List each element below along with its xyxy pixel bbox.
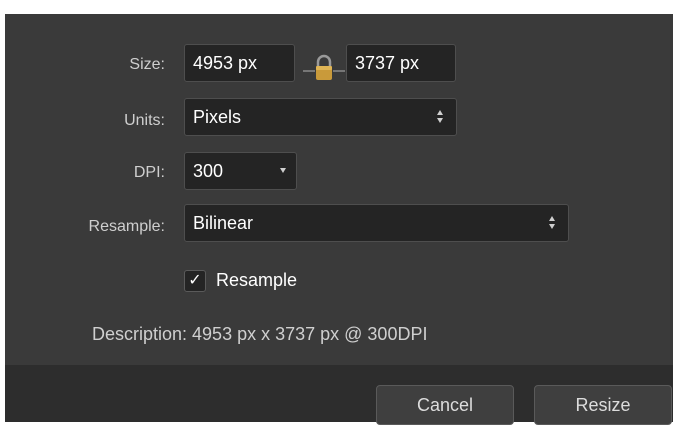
units-select[interactable]: Pixels (184, 98, 457, 136)
updown-arrows-icon (548, 205, 558, 241)
dialog-footer: Cancel Resize (5, 365, 673, 425)
chevron-down-icon (280, 168, 286, 173)
height-field[interactable]: 3737 px (346, 44, 456, 82)
dpi-select-value: 300 (193, 161, 224, 181)
resample-checkbox[interactable]: ✓ (184, 270, 206, 292)
resample-select-value: Bilinear (193, 213, 254, 233)
dpi-label: DPI: (133, 164, 165, 181)
resample-label: Resample: (88, 218, 165, 235)
updown-arrows-icon (436, 99, 446, 135)
width-field[interactable]: 4953 px (184, 44, 295, 82)
size-label: Size: (129, 56, 165, 73)
cancel-button[interactable]: Cancel (376, 385, 514, 425)
description-text: Description: 4953 px x 3737 px @ 300DPI (92, 324, 428, 344)
resample-checkbox-label[interactable]: Resample (216, 270, 297, 291)
resample-select[interactable]: Bilinear (184, 204, 569, 242)
resize-document-dialog: Size: 4953 px 3737 px Units: Pixels DPI:… (5, 14, 673, 425)
padlock-icon[interactable] (303, 54, 345, 82)
dpi-select[interactable]: 300 (184, 152, 297, 190)
units-label: Units: (124, 112, 165, 129)
resize-button[interactable]: Resize (534, 385, 672, 425)
units-select-value: Pixels (193, 107, 242, 127)
